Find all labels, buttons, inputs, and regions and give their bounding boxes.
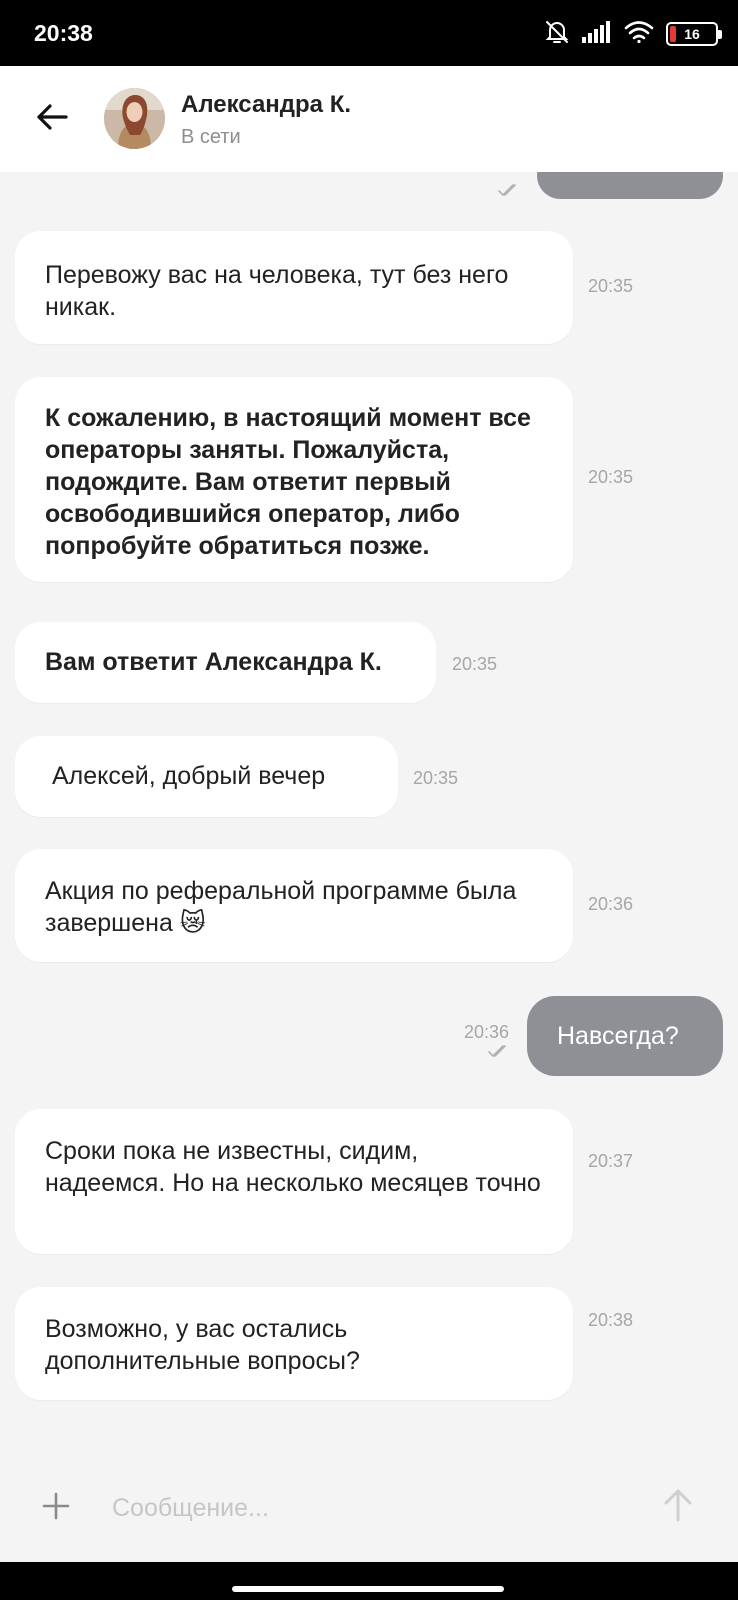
message-time: 20:36 [588, 894, 634, 914]
chat-header: Александра К. В сети [0, 66, 738, 172]
message-bubble-incoming[interactable]: Перевожу вас на человека, тут без него н… [15, 231, 573, 344]
contact-name: Александра К. [181, 91, 352, 118]
contact-status: В сети [181, 126, 241, 148]
bell-off-icon [544, 19, 570, 50]
message-text: Вам ответит Александра К. [45, 648, 382, 676]
status-time: 20:38 [34, 20, 93, 46]
message-time: 20:35 [413, 768, 459, 788]
status-bar: 20:38 16 [0, 0, 738, 66]
read-ticks-icon [498, 183, 520, 197]
navigation-bar [0, 1562, 738, 1600]
message-bubble-incoming[interactable]: Вам ответит Александра К. [15, 622, 436, 703]
message-time: 20:35 [452, 654, 498, 674]
message-time: 20:35 [588, 276, 634, 296]
message-text: Алексей, добрый вечер [52, 762, 326, 790]
status-icons: 16 [544, 19, 722, 50]
message-list[interactable]: Перевожу вас на человека, тут без него н… [0, 172, 738, 1462]
arrow-left-icon [35, 102, 69, 137]
plus-icon [42, 1492, 70, 1525]
message-input[interactable] [112, 1486, 632, 1530]
message-bubble-outgoing[interactable] [537, 172, 723, 199]
message-composer [0, 1462, 738, 1562]
home-indicator[interactable] [232, 1586, 504, 1592]
message-time: 20:38 [588, 1310, 634, 1330]
back-button[interactable] [24, 93, 80, 145]
message-text: Возможно, у вас остались дополнительные … [45, 1315, 360, 1375]
message-bubble-incoming[interactable]: К сожалению, в настоящий момент все опер… [15, 377, 573, 582]
arrow-up-icon [663, 1488, 693, 1527]
message-bubble-incoming[interactable]: Возможно, у вас остались дополнительные … [15, 1287, 573, 1400]
message-text: К сожалению, в настоящий момент все опер… [45, 404, 531, 560]
wifi-icon [624, 20, 654, 49]
message-text: Навсегда? [557, 1022, 679, 1050]
message-bubble-incoming[interactable]: Сроки пока не известны, сидим, надеемся.… [15, 1109, 573, 1254]
message-time: 20:37 [588, 1151, 634, 1171]
avatar[interactable] [104, 88, 165, 149]
message-text: Акция по реферальной программе была заве… [45, 877, 517, 937]
send-button[interactable] [658, 1484, 698, 1530]
signal-icon [582, 20, 612, 48]
message-bubble-incoming[interactable]: Алексей, добрый вечер [15, 736, 398, 817]
message-text: Перевожу вас на человека, тут без него н… [45, 261, 509, 321]
message-bubble-incoming[interactable]: Акция по реферальной программе была заве… [15, 849, 573, 962]
message-bubble-outgoing[interactable]: Навсегда? [527, 996, 723, 1076]
read-ticks-icon [488, 1044, 510, 1058]
message-time: 20:35 [588, 467, 634, 487]
attach-button[interactable] [36, 1488, 76, 1528]
battery-level: 16 [684, 26, 700, 42]
message-time: 20:36 [464, 1022, 510, 1042]
message-text: Сроки пока не известны, сидим, надеемся.… [45, 1137, 541, 1197]
battery-icon: 16 [666, 22, 722, 46]
